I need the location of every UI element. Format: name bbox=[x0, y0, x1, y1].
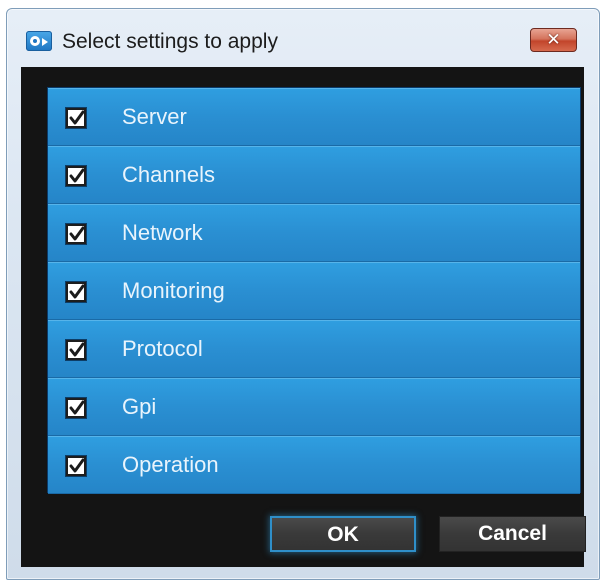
dialog-body: Server Channels Network Monitoring Proto… bbox=[21, 67, 586, 567]
checkmark-icon bbox=[69, 226, 85, 241]
checkmark-icon bbox=[69, 284, 85, 299]
settings-item-operation[interactable]: Operation bbox=[48, 436, 580, 494]
settings-dialog: Select settings to apply ✕ Server Channe… bbox=[6, 8, 600, 580]
camera-icon bbox=[26, 31, 52, 51]
settings-item-channels[interactable]: Channels bbox=[48, 146, 580, 204]
close-icon: ✕ bbox=[546, 30, 561, 50]
checkbox-gpi[interactable] bbox=[66, 398, 86, 418]
checkmark-icon bbox=[69, 168, 85, 183]
close-button[interactable]: ✕ bbox=[530, 28, 577, 52]
settings-item-label: Monitoring bbox=[122, 278, 225, 303]
checkmark-icon bbox=[69, 342, 85, 357]
cancel-button[interactable]: Cancel bbox=[439, 516, 586, 552]
checkbox-monitoring[interactable] bbox=[66, 282, 86, 302]
ok-button[interactable]: OK bbox=[270, 516, 416, 552]
checkbox-network[interactable] bbox=[66, 224, 86, 244]
checkmark-icon bbox=[69, 458, 85, 473]
checkbox-channels[interactable] bbox=[66, 166, 86, 186]
settings-item-label: Protocol bbox=[122, 336, 203, 361]
checkbox-server[interactable] bbox=[66, 108, 86, 128]
checkbox-protocol[interactable] bbox=[66, 340, 86, 360]
settings-item-gpi[interactable]: Gpi bbox=[48, 378, 580, 436]
settings-item-label: Channels bbox=[122, 162, 215, 187]
settings-item-server[interactable]: Server bbox=[48, 88, 580, 146]
settings-item-label: Operation bbox=[122, 452, 219, 477]
checkmark-icon bbox=[69, 400, 85, 415]
settings-item-label: Network bbox=[122, 220, 203, 245]
checkbox-operation[interactable] bbox=[66, 456, 86, 476]
window-title: Select settings to apply bbox=[62, 30, 278, 53]
settings-item-monitoring[interactable]: Monitoring bbox=[48, 262, 580, 320]
settings-item-label: Gpi bbox=[122, 394, 157, 419]
settings-item-label: Server bbox=[122, 104, 187, 129]
settings-item-protocol[interactable]: Protocol bbox=[48, 320, 580, 378]
checkmark-icon bbox=[69, 110, 85, 125]
settings-list: Server Channels Network Monitoring Proto… bbox=[47, 87, 581, 494]
title-bar[interactable]: Select settings to apply ✕ bbox=[7, 9, 599, 67]
settings-item-network[interactable]: Network bbox=[48, 204, 580, 262]
